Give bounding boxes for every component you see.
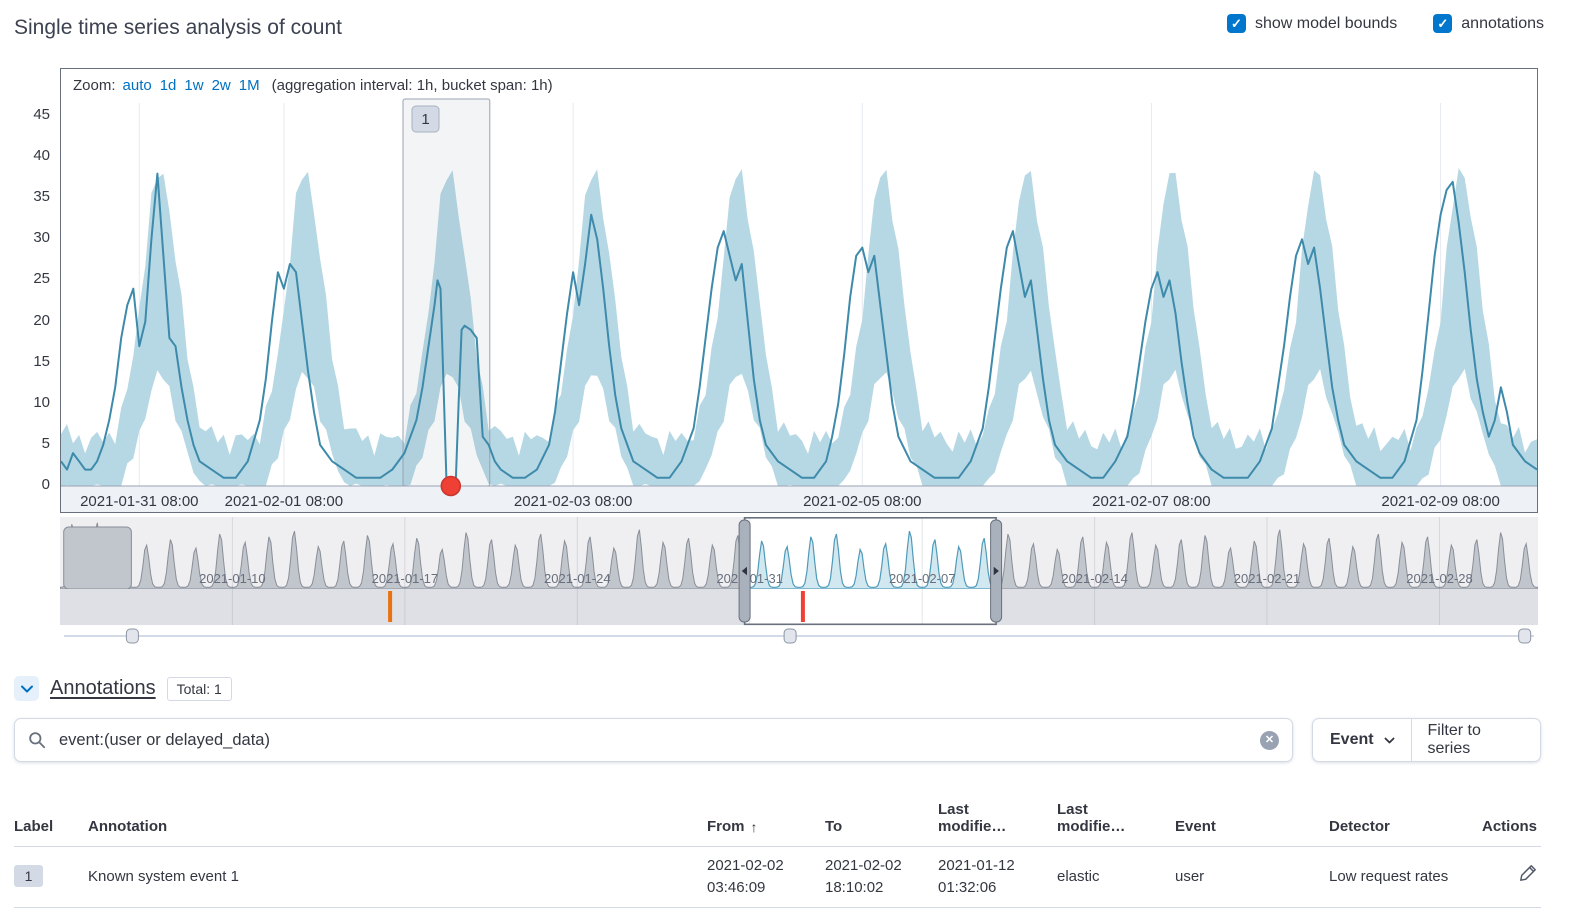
- context-navigator-chart[interactable]: 2021-01-102021-01-172021-01-242021-01-31…: [60, 517, 1538, 645]
- annotation-label-badge: 1: [14, 865, 43, 887]
- zoom-link-2w[interactable]: 2w: [212, 77, 231, 94]
- column-label: From: [707, 818, 745, 835]
- cell-event: user: [1175, 866, 1329, 888]
- toggle-label: show model bounds: [1255, 15, 1397, 33]
- column-header-event[interactable]: Event: [1175, 791, 1329, 846]
- aggregation-info: (aggregation interval: 1h, bucket span: …: [272, 77, 553, 94]
- event-filter-dropdown[interactable]: Event: [1313, 719, 1411, 761]
- svg-text:2021-02-09 08:00: 2021-02-09 08:00: [1381, 493, 1499, 510]
- sort-ascending-icon: ↑: [751, 819, 758, 835]
- cell-annotation: Known system event 1: [88, 866, 707, 888]
- column-label: Detector: [1329, 818, 1390, 835]
- column-header-detector[interactable]: Detector: [1329, 791, 1479, 846]
- svg-text:2021-02-07 08:00: 2021-02-07 08:00: [1092, 493, 1210, 510]
- zoom-link-1M[interactable]: 1M: [239, 77, 260, 94]
- svg-text:2021-02-01 08:00: 2021-02-01 08:00: [225, 493, 343, 510]
- svg-text:2021-02-03 08:00: 2021-02-03 08:00: [514, 493, 632, 510]
- annotation-row: 1 Known system event 12021-02-02 03:46:09…: [14, 847, 1541, 908]
- collapse-annotations-button[interactable]: [14, 676, 39, 701]
- zoom-link-auto[interactable]: auto: [123, 77, 152, 94]
- annotations-total-badge: Total: 1: [167, 677, 232, 701]
- svg-text:2021-01-31 08:00: 2021-01-31 08:00: [80, 493, 198, 510]
- column-label: Label: [14, 818, 53, 835]
- page-title: Single time series analysis of count: [14, 16, 342, 40]
- zoom-controls: Zoom: auto 1d 1w 2w 1M (aggregation interval…: [73, 77, 553, 94]
- column-header-modified_date[interactable]: Last modifie…: [938, 791, 1057, 846]
- main-chart-panel: Zoom: auto 1d 1w 2w 1M (aggregation interval…: [60, 68, 1538, 513]
- cell-actions: [1479, 864, 1541, 889]
- chart-toggles: ✓ show model bounds ✓ annotations: [1227, 14, 1544, 33]
- column-label: Event: [1175, 818, 1216, 835]
- edit-annotation-icon[interactable]: [1519, 864, 1537, 882]
- column-label: To: [825, 818, 842, 835]
- zoom-link-1w[interactable]: 1w: [184, 77, 203, 94]
- y-axis-tick: 20: [10, 312, 50, 330]
- clear-search-icon[interactable]: ✕: [1260, 731, 1279, 750]
- annotations-table: Label Annotation From ↑ To Last modifie… Last …: [14, 791, 1541, 908]
- annotations-table-body: 1 Known system event 12021-02-02 03:46:09…: [14, 847, 1541, 908]
- filter-to-series-button[interactable]: Filter to series: [1412, 719, 1540, 761]
- annotations-section-header: Annotations Total: 1: [14, 676, 232, 701]
- y-axis-tick: 30: [10, 229, 50, 247]
- column-header-label[interactable]: Label: [14, 791, 88, 846]
- zoom-link-1d[interactable]: 1d: [160, 77, 177, 94]
- y-axis-tick: 0: [10, 476, 50, 494]
- annotations-search: ✕: [14, 718, 1293, 762]
- single-metric-viewer: Single time series analysis of count ✓ sh…: [0, 0, 1586, 904]
- y-axis-tick: 15: [10, 353, 50, 371]
- checkbox-checked-icon[interactable]: ✓: [1227, 14, 1246, 33]
- zoom-label: Zoom:: [73, 77, 116, 94]
- column-header-annotation[interactable]: Annotation: [88, 791, 707, 846]
- toggle-show-model-bounds[interactable]: ✓ show model bounds: [1227, 14, 1397, 33]
- column-label: Last modifie…: [938, 801, 1041, 835]
- column-header-actions: Actions: [1479, 791, 1541, 846]
- column-header-from[interactable]: From ↑: [707, 791, 825, 846]
- column-label: Annotation: [88, 818, 167, 835]
- cell-label: 1: [14, 865, 88, 888]
- annotations-table-header: Label Annotation From ↑ To Last modifie… Last …: [14, 791, 1541, 847]
- column-header-modified_by[interactable]: Last modifie…: [1057, 791, 1175, 846]
- y-axis-tick: 40: [10, 147, 50, 165]
- y-axis-tick: 10: [10, 394, 50, 412]
- toggle-label: annotations: [1461, 15, 1544, 33]
- annotations-filter-controls: Event Filter to series: [1312, 718, 1541, 762]
- checkbox-checked-icon[interactable]: ✓: [1433, 14, 1452, 33]
- annotations-search-input[interactable]: [57, 730, 1260, 751]
- y-axis-tick: 45: [10, 106, 50, 124]
- column-label: Last modifie…: [1057, 801, 1159, 835]
- svg-text:1: 1: [421, 111, 429, 128]
- cell-from: 2021-02-02 03:46:09: [707, 855, 825, 899]
- chevron-down-icon: [1383, 734, 1396, 747]
- cell-modified_date: 2021-01-12 01:32:06: [938, 855, 1057, 899]
- event-filter-label: Event: [1330, 731, 1374, 749]
- chevron-down-icon: [19, 681, 35, 697]
- toggle-annotations[interactable]: ✓ annotations: [1433, 14, 1544, 33]
- time-series-chart[interactable]: 1 2021-01-31 08:00 2021-02-01 08:00 2021-02…: [61, 69, 1537, 512]
- cell-to: 2021-02-02 18:10:02: [825, 855, 938, 899]
- column-label: Actions: [1482, 818, 1537, 835]
- svg-text:2021-02-05 08:00: 2021-02-05 08:00: [803, 493, 921, 510]
- y-axis-tick: 25: [10, 270, 50, 288]
- cell-modified_by: elastic: [1057, 866, 1175, 888]
- column-header-to[interactable]: To: [825, 791, 938, 846]
- cell-detector: Low request rates: [1329, 866, 1479, 888]
- zoom-links: auto 1d 1w 2w 1M: [123, 77, 260, 94]
- y-axis-tick: 5: [10, 435, 50, 453]
- svg-text:2021-02-07: 2021-02-07: [889, 571, 956, 586]
- y-axis-tick: 35: [10, 188, 50, 206]
- search-icon: [28, 731, 46, 749]
- annotations-heading[interactable]: Annotations: [50, 677, 156, 700]
